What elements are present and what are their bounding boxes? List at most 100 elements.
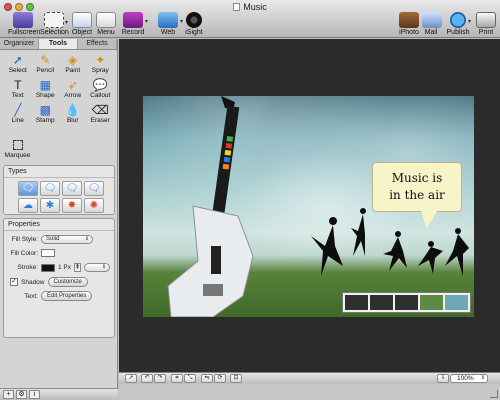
chevron-down-icon: ▾: [467, 19, 471, 25]
fill-color-swatch[interactable]: [41, 249, 55, 257]
callout-type-speech-right-icon[interactable]: 🗨: [62, 181, 82, 196]
tools-palette: ➚ Select ✎ Pencil ◈ Paint ✦ Spray T Text ▦ Sha…: [4, 53, 114, 124]
tool-line[interactable]: ╱ Line: [4, 103, 32, 124]
tool-shape[interactable]: ▦ Shape: [32, 78, 60, 99]
spray-can-icon: ✦: [95, 53, 106, 67]
callout-type-speech-left-icon[interactable]: 🗨: [40, 181, 60, 196]
fill-color-row: Fill Color:: [4, 249, 55, 257]
zoom-select[interactable]: 100% ⇕: [450, 374, 488, 383]
menu-button[interactable]: Menu: [95, 12, 117, 36]
redo-icon[interactable]: ↷: [154, 374, 166, 383]
thumbnail: [395, 295, 418, 310]
resize-grip-icon[interactable]: [490, 390, 498, 398]
web-icon: ▾: [158, 12, 183, 28]
tool-select[interactable]: ➚ Select: [4, 53, 32, 74]
menu-icon: [96, 12, 116, 28]
callout-type-speech-icon[interactable]: 🗨: [18, 181, 38, 196]
chevron-down-icon: ▾: [179, 19, 183, 25]
tool-pencil[interactable]: ✎ Pencil: [32, 53, 60, 74]
callout-tail: [421, 211, 437, 229]
isight-button[interactable]: iSight: [184, 12, 204, 36]
shape-icon: ▦: [39, 78, 51, 92]
stroke-width-stepper[interactable]: ▴ ▾: [74, 263, 82, 272]
publish-icon: ▾: [450, 12, 471, 28]
chevron-down-icon: ▾: [64, 20, 68, 26]
shadow-checkbox[interactable]: ✓: [10, 278, 18, 286]
crop-icon[interactable]: ⌗: [171, 374, 183, 383]
sidebar-tabs: Organizer Tools Effects: [0, 39, 117, 50]
arrow-icon: ➶: [67, 78, 78, 92]
canvas-area: Music is in the air: [119, 39, 500, 372]
fullscreen-button[interactable]: Fullscreen: [8, 12, 40, 36]
callout-types-grid: 🗨 🗨 🗨 🗨 ☁ ✱ ✸ ✺: [4, 178, 114, 213]
callout-icon: 💬: [92, 78, 108, 92]
eraser-icon: ⌫: [91, 103, 109, 117]
callout-text-line2: in the air: [389, 188, 445, 202]
tool-blur[interactable]: 💧 Blur: [59, 103, 87, 124]
undo-icon[interactable]: ↶: [141, 374, 153, 383]
chevron-updown-icon: ⇕: [480, 375, 485, 381]
callout-type-burst-icon[interactable]: ✸: [62, 198, 82, 213]
lock-icon[interactable]: ⊡: [230, 374, 242, 383]
gear-icon[interactable]: ⚙: [16, 390, 27, 399]
print-button[interactable]: Print: [476, 12, 496, 36]
web-button[interactable]: ▾ Web: [157, 12, 183, 36]
sidebar: Organizer Tools Effects ➚ Select ✎ Pencil …: [0, 39, 118, 400]
tool-arrow[interactable]: ➶ Arrow: [59, 78, 87, 99]
tab-organizer[interactable]: Organizer: [0, 39, 39, 49]
tool-stamp[interactable]: ▩ Stamp: [32, 103, 60, 124]
record-icon: ▾: [123, 12, 148, 28]
properties-title: Properties: [4, 219, 114, 231]
resize-icon[interactable]: ⤡: [184, 374, 196, 383]
text-icon: T: [14, 78, 22, 92]
properties-panel: Properties Fill Style: Solid ⇕ Fill Colo…: [3, 218, 115, 338]
callout-type-speech-round-icon[interactable]: 🗨: [84, 181, 104, 196]
stroke-color-swatch[interactable]: [41, 263, 55, 272]
canvas-bottom-bar: ➚ ↶ ↷ ⌗ ⤡ ⇋ ⟳ ⊡ ⇩ 100% ⇕: [119, 372, 500, 384]
stroke-width-value: 1 Px: [58, 264, 72, 271]
selection-button[interactable]: ▾ Selection: [40, 12, 69, 36]
callout-type-explosion-icon[interactable]: ✺: [84, 198, 104, 213]
tool-text[interactable]: T Text: [4, 78, 32, 99]
customize-button[interactable]: Customize: [47, 277, 88, 287]
rotate-icon[interactable]: ⟳: [214, 374, 226, 383]
stroke-style-select[interactable]: ⇕: [84, 263, 111, 272]
tool-marquee[interactable]: Marquee: [4, 139, 31, 159]
tool-spray[interactable]: ✦ Spray: [87, 53, 115, 74]
edit-properties-button[interactable]: Edit Properties: [41, 291, 93, 301]
text-row: Text: Edit Properties: [4, 291, 93, 301]
line-icon: ╱: [14, 103, 22, 117]
pencil-icon: ✎: [40, 53, 51, 67]
sidebar-footer: + ⚙ i: [0, 388, 118, 400]
iphoto-button[interactable]: iPhoto: [398, 12, 420, 36]
record-button[interactable]: ▾ Record: [121, 12, 148, 36]
callout-type-thought-icon[interactable]: ☁: [18, 198, 38, 213]
select-arrow-icon: ➚: [12, 53, 23, 67]
window-title: Music: [0, 2, 500, 12]
chevron-updown-icon: ⇕: [101, 264, 107, 270]
tool-paint[interactable]: ◈ Paint: [59, 53, 87, 74]
flip-icon[interactable]: ⇋: [201, 374, 213, 383]
add-icon[interactable]: +: [3, 390, 14, 399]
tool-callout[interactable]: 💬 Callout: [87, 78, 115, 99]
fill-style-select[interactable]: Solid ⇕: [41, 235, 93, 244]
types-panel: Types 🗨 🗨 🗨 🗨 ☁ ✱ ✸ ✺: [3, 165, 115, 215]
download-icon[interactable]: ⇩: [437, 374, 449, 383]
publish-button[interactable]: ▾ Publish: [446, 12, 471, 36]
iphoto-icon: [399, 12, 419, 28]
info-icon[interactable]: i: [29, 390, 40, 399]
stamp-icon: ▩: [39, 103, 51, 117]
thumbnail: [370, 295, 393, 310]
mail-button[interactable]: Mail: [422, 12, 442, 36]
callout-type-spiky-icon[interactable]: ✱: [40, 198, 60, 213]
pointer-tool-icon[interactable]: ➚: [125, 374, 137, 383]
object-button[interactable]: Object: [70, 12, 94, 36]
print-icon: [476, 12, 496, 28]
thumbnail-strip: [342, 292, 471, 313]
callout-bubble[interactable]: Music is in the air: [372, 162, 462, 212]
document-icon: [233, 3, 241, 11]
tab-effects[interactable]: Effects: [78, 39, 117, 49]
tab-tools[interactable]: Tools: [39, 39, 78, 49]
tool-eraser[interactable]: ⌫ Eraser: [87, 103, 115, 124]
canvas-image[interactable]: Music is in the air: [143, 96, 474, 317]
